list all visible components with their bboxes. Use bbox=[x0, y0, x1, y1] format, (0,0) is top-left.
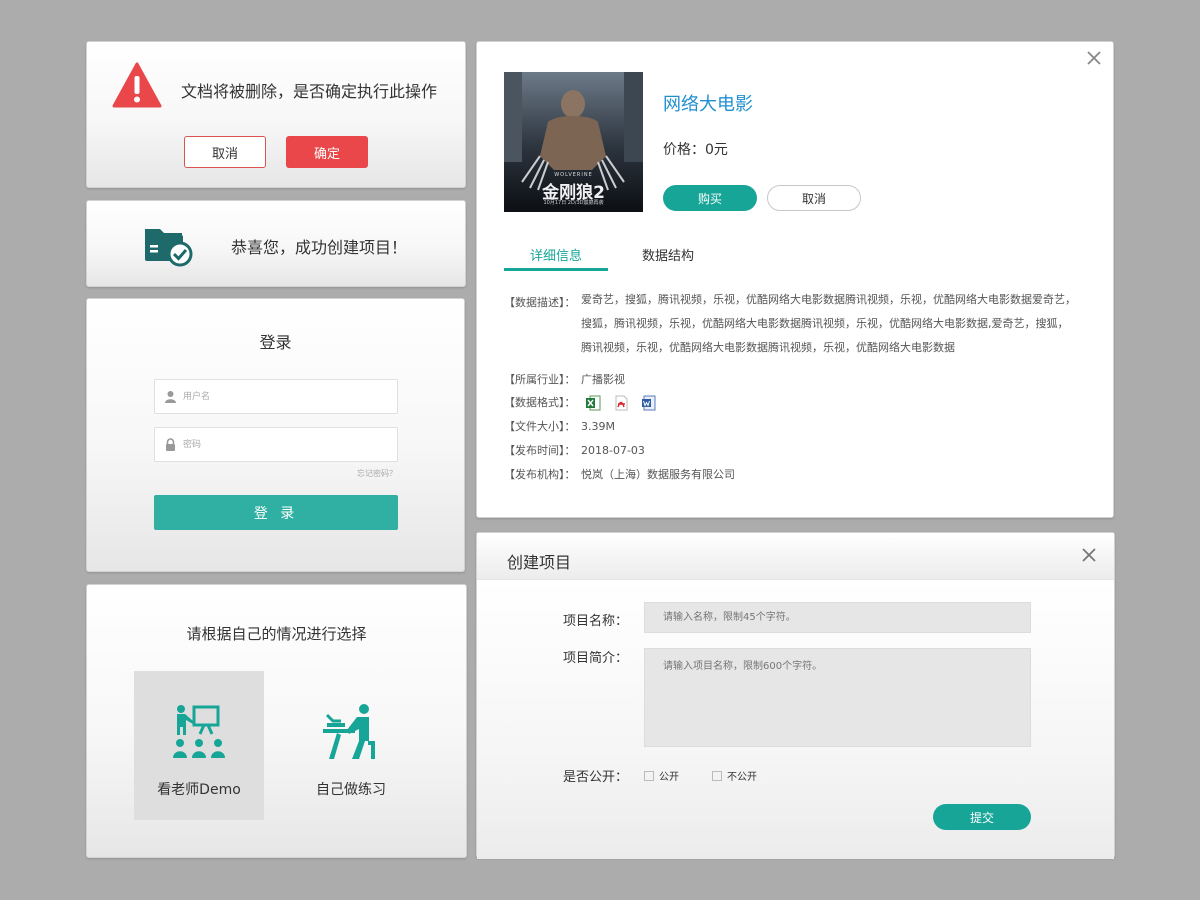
success-message-panel: 恭喜您，成功创建项目！ bbox=[86, 200, 466, 287]
option-label: 看老师Demo bbox=[157, 782, 241, 798]
username-field[interactable] bbox=[154, 379, 398, 414]
delete-confirm-dialog: 文档将被删除，是否确定执行此操作 取消 确定 bbox=[86, 41, 466, 188]
login-panel: 登录 忘记密码？ 登 录 bbox=[86, 298, 465, 572]
detail-row-format: 【数据格式】： bbox=[504, 394, 669, 411]
detail-key: 【文件大小】： bbox=[504, 420, 576, 433]
pdf-icon bbox=[615, 395, 627, 411]
detail-value: 广播影视 bbox=[581, 373, 625, 386]
detail-row-size: 【文件大小】： 3.39M bbox=[504, 418, 615, 434]
login-title: 登录 bbox=[259, 333, 292, 352]
project-name-input[interactable] bbox=[644, 602, 1031, 633]
confirm-button[interactable]: 确定 bbox=[286, 136, 368, 168]
cancel-button[interactable]: 取消 bbox=[767, 185, 861, 211]
project-intro-label: 项目简介： bbox=[563, 651, 629, 666]
create-project-dialog: 创建项目 项目名称： 项目简介： 是否公开： 公开 不公开 提交 bbox=[476, 532, 1115, 859]
product-detail-panel: WOLVERINE 金刚狼2 10月17日 2D/3D震撼再袭 网络大电影 价格… bbox=[476, 41, 1114, 518]
detail-desc-line: 搜狐，腾讯视频，乐视，优酷网络大电影数据腾讯视频，乐视，优酷网络大电影数据,爱奇… bbox=[581, 317, 1069, 330]
option-self-practice[interactable]: 自己做练习 bbox=[286, 671, 416, 820]
movie-poster: WOLVERINE 金刚狼2 10月17日 2D/3D震撼再袭 bbox=[504, 72, 643, 212]
detail-desc-line: 腾讯视频，乐视，优酷网络大电影数据腾讯视频，乐视，优酷网络大电影数据 bbox=[581, 341, 955, 354]
public-label: 是否公开： bbox=[563, 770, 629, 785]
login-button[interactable]: 登 录 bbox=[154, 495, 398, 530]
detail-value: 2018-07-03 bbox=[581, 444, 645, 457]
username-input[interactable] bbox=[183, 380, 383, 413]
detail-key: 【数据格式】： bbox=[504, 396, 576, 409]
detail-value: 3.39M bbox=[581, 420, 615, 433]
detail-row-description: 【数据描述】： 爱奇艺，搜狐，腾讯视频，乐视，优酷网络大电影数据腾讯视频，乐视，… bbox=[504, 293, 1076, 354]
user-icon bbox=[165, 391, 176, 403]
mode-choice-panel: 请根据自己的情况进行选择 看老师Demo 自己做练习 bbox=[86, 584, 467, 858]
checkbox-icon[interactable] bbox=[712, 770, 722, 781]
lock-icon bbox=[166, 438, 175, 451]
detail-row-date: 【发布时间】： 2018-07-03 bbox=[504, 442, 645, 458]
choice-title: 请根据自己的情况进行选择 bbox=[186, 625, 367, 643]
buy-button[interactable]: 购买 bbox=[663, 185, 757, 211]
warning-icon bbox=[112, 62, 162, 108]
tab-data-structure[interactable]: 数据结构 bbox=[616, 245, 720, 271]
option-label: 自己做练习 bbox=[316, 782, 386, 798]
detail-value: 悦岚（上海）数据服务有限公司 bbox=[581, 468, 735, 481]
excel-icon bbox=[585, 395, 600, 411]
teacher-presentation-icon bbox=[173, 705, 225, 758]
poster-subtitle: 10月17日 2D/3D震撼再袭 bbox=[543, 200, 604, 206]
forgot-password-link[interactable]: 忘记密码？ bbox=[307, 468, 397, 479]
private-option[interactable]: 不公开 bbox=[712, 768, 757, 783]
option-teacher-demo[interactable]: 看老师Demo bbox=[134, 671, 264, 820]
detail-desc-line: 爱奇艺，搜狐，腾讯视频，乐视，优酷网络大电影数据腾讯视频，乐视，优酷网络大电影数… bbox=[581, 293, 1076, 306]
success-message: 恭喜您，成功创建项目！ bbox=[231, 238, 408, 257]
password-input[interactable] bbox=[183, 428, 383, 461]
checkbox-icon[interactable] bbox=[644, 770, 654, 781]
product-price: 价格：0元 bbox=[663, 142, 728, 158]
project-intro-textarea[interactable] bbox=[644, 648, 1031, 747]
close-icon[interactable] bbox=[1080, 546, 1098, 564]
submit-button[interactable]: 提交 bbox=[933, 804, 1031, 830]
product-title: 网络大电影 bbox=[663, 94, 753, 115]
option-label: 公开 bbox=[659, 772, 679, 783]
detail-key: 【发布时间】： bbox=[504, 444, 576, 457]
detail-row-industry: 【所属行业】： 广播影视 bbox=[504, 371, 625, 387]
password-field[interactable] bbox=[154, 427, 398, 462]
detail-key: 【所属行业】： bbox=[504, 373, 576, 386]
dialog-title: 创建项目 bbox=[507, 553, 572, 572]
dialog-header: 创建项目 bbox=[477, 533, 1114, 580]
detail-row-org: 【发布机构】： 悦岚（上海）数据服务有限公司 bbox=[504, 466, 735, 482]
detail-key: 【数据描述】： bbox=[504, 296, 576, 309]
option-label: 不公开 bbox=[727, 772, 757, 783]
detail-key: 【发布机构】： bbox=[504, 468, 576, 481]
self-study-desk-icon bbox=[323, 704, 375, 759]
close-icon[interactable] bbox=[1085, 49, 1103, 67]
folder-check-icon bbox=[145, 229, 193, 267]
project-name-label: 项目名称： bbox=[563, 614, 629, 629]
public-option[interactable]: 公开 bbox=[644, 768, 679, 783]
tab-details[interactable]: 详细信息 bbox=[504, 245, 608, 271]
confirm-message: 文档将被删除，是否确定执行此操作 bbox=[181, 82, 438, 101]
word-icon bbox=[641, 395, 655, 411]
cancel-button[interactable]: 取消 bbox=[184, 136, 266, 168]
